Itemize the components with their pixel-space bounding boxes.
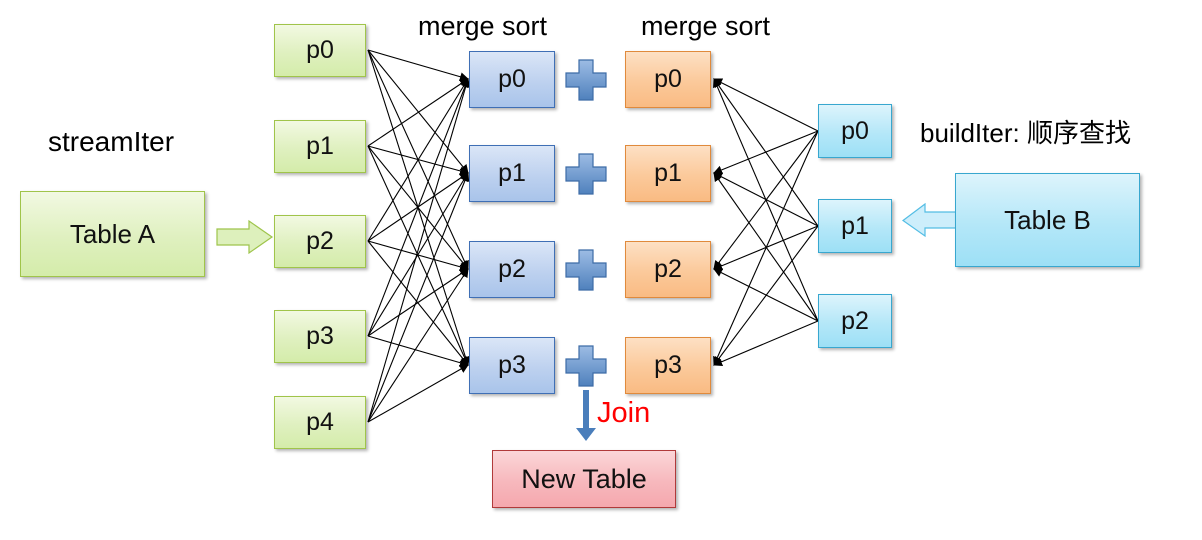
table-b-label: Table B [1004, 204, 1091, 235]
diagram-canvas: streamIter buildIter: 顺序查找 merge sort me… [0, 0, 1202, 540]
stream-partition-4[interactable]: p4 [274, 396, 366, 449]
sorted-build-partition-3[interactable]: p3 [625, 337, 711, 394]
sorted-stream-partition-3[interactable]: p3 [469, 337, 555, 394]
sorted-stream-partition-1[interactable]: p1 [469, 145, 555, 202]
sorted-build-partition-2[interactable]: p2 [625, 241, 711, 298]
sorted-build-partition-0[interactable]: p0 [625, 51, 711, 108]
build-partition-0[interactable]: p0 [818, 104, 892, 158]
build-partition-2-label: p2 [841, 306, 869, 335]
sorted-stream-partition-0[interactable]: p0 [469, 51, 555, 108]
stream-partition-3[interactable]: p3 [274, 310, 366, 363]
stream-partition-2[interactable]: p2 [274, 215, 366, 268]
stream-iter-label: streamIter [48, 126, 175, 157]
build-iter-label: buildIter: 顺序查找 [920, 118, 1131, 148]
stream-partition-1[interactable]: p1 [274, 120, 366, 173]
join-arrow-icon [576, 390, 596, 441]
table-a-box[interactable]: Table A [20, 191, 205, 277]
plus-operator-2 [565, 249, 607, 291]
sorted-stream-partition-0-label: p0 [498, 65, 526, 93]
sorted-stream-partition-2[interactable]: p2 [469, 241, 555, 298]
sorted-build-partition-1[interactable]: p1 [625, 145, 711, 202]
build-partition-0-label: p0 [841, 116, 869, 145]
table-a-label: Table A [69, 218, 156, 249]
join-label: Join [597, 397, 651, 429]
table-b-box[interactable]: Table B [955, 173, 1140, 267]
stream-flow-arrow-icon [216, 219, 274, 255]
stream-partition-0-label: p0 [306, 36, 334, 64]
build-flow-arrow-icon [902, 203, 958, 238]
stream-partition-2-label: p2 [306, 227, 334, 255]
plus-operator-3 [565, 345, 607, 387]
sorted-build-partition-3-label: p3 [654, 351, 682, 379]
sorted-stream-partition-2-label: p2 [498, 255, 526, 283]
stream-partition-4-label: p4 [306, 408, 334, 436]
stream-partition-0[interactable]: p0 [274, 24, 366, 77]
plus-operator-0 [565, 59, 607, 101]
stream-partition-3-label: p3 [306, 322, 334, 350]
build-partition-1[interactable]: p1 [818, 199, 892, 253]
sorted-build-partition-1-label: p1 [654, 159, 682, 187]
plus-operator-1 [565, 153, 607, 195]
new-table-label: New Table [521, 463, 647, 494]
merge-sort-label-right: merge sort [641, 11, 771, 41]
merge-sort-label-left: merge sort [418, 11, 548, 41]
new-table-box[interactable]: New Table [492, 450, 676, 508]
sorted-stream-partition-3-label: p3 [498, 351, 526, 379]
build-partition-1-label: p1 [841, 211, 869, 240]
sorted-build-partition-0-label: p0 [654, 65, 682, 93]
build-partition-2[interactable]: p2 [818, 294, 892, 348]
sorted-stream-partition-1-label: p1 [498, 159, 526, 187]
sorted-build-partition-2-label: p2 [654, 255, 682, 283]
stream-partition-1-label: p1 [306, 132, 334, 160]
